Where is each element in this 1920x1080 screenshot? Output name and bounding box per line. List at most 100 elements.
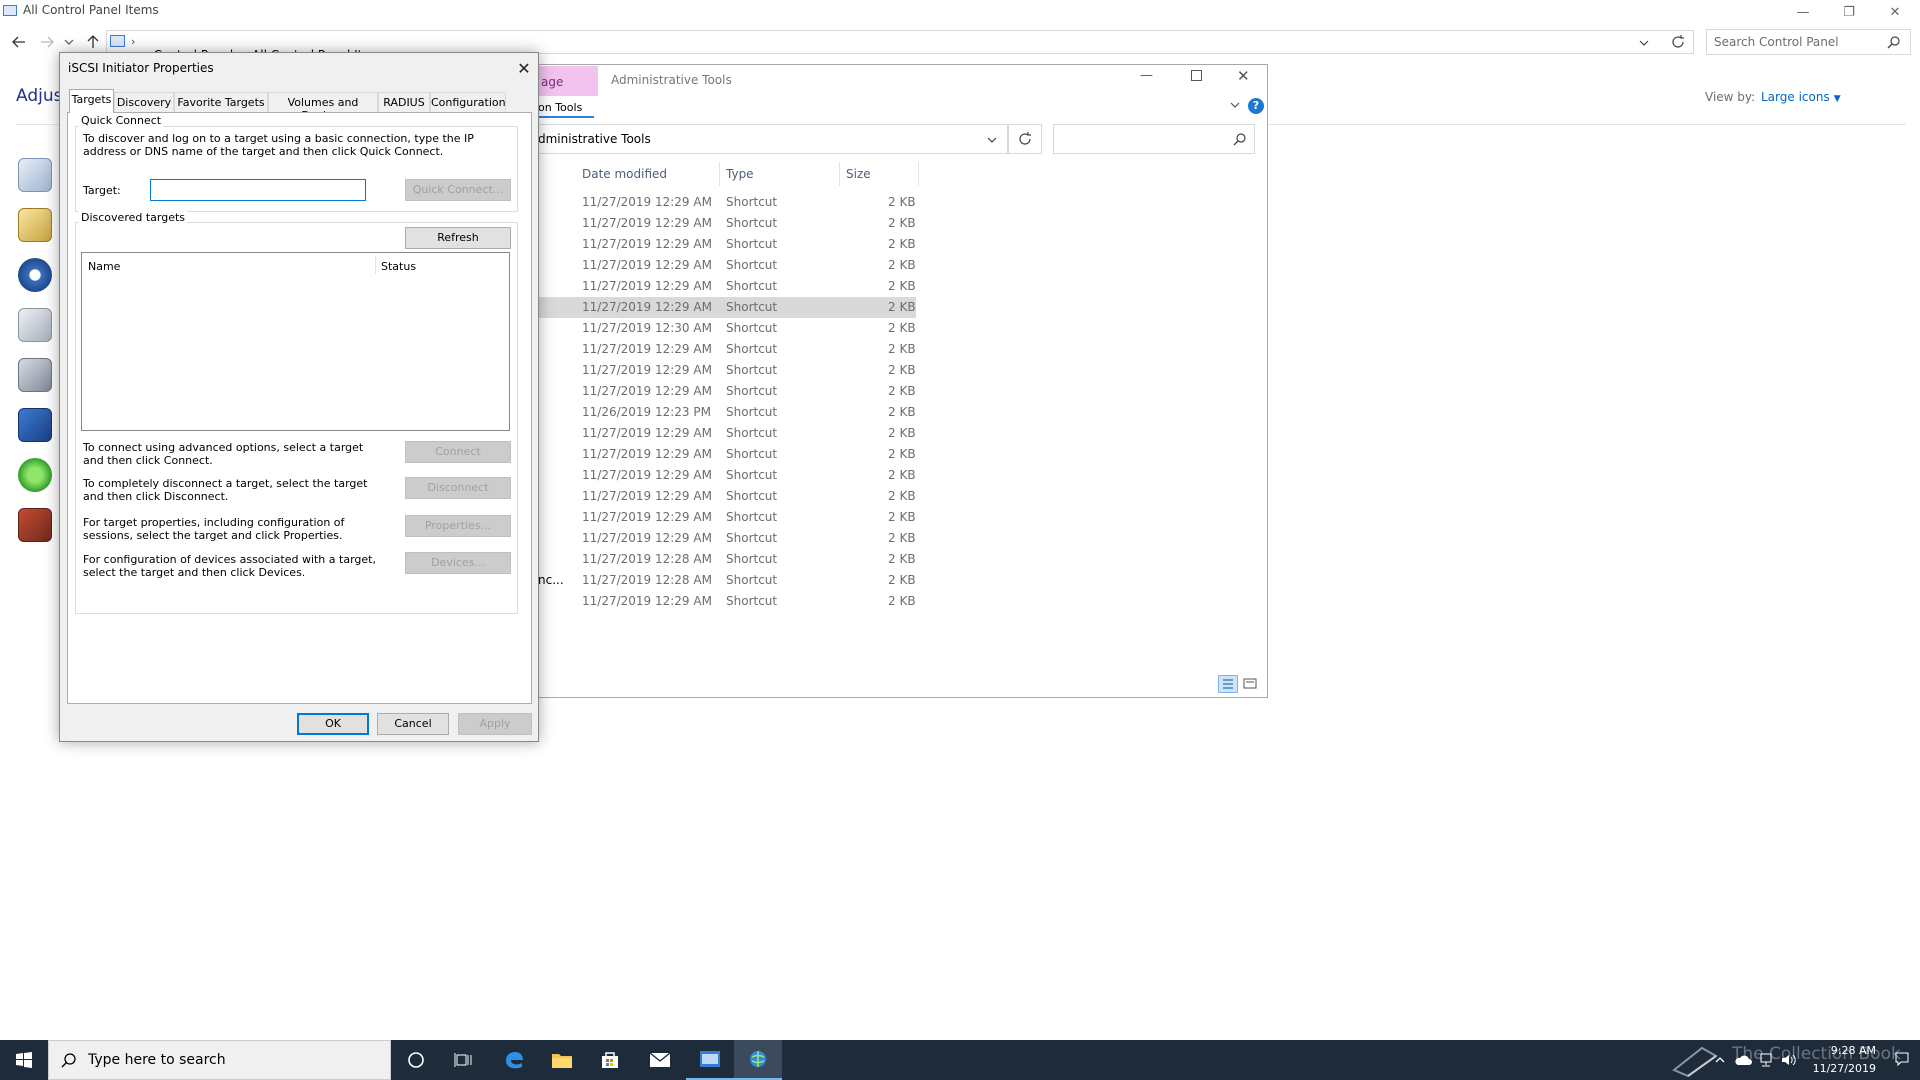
devices-button[interactable]: Devices... xyxy=(405,552,511,574)
explorer-address-dropdown-icon[interactable] xyxy=(986,134,998,146)
ok-button[interactable]: OK xyxy=(297,713,369,735)
iscsi-initiator-taskbar-icon[interactable] xyxy=(734,1040,782,1080)
tab-radius[interactable]: RADIUS xyxy=(378,92,430,112)
refresh-button[interactable]: Refresh xyxy=(405,227,511,249)
file-row[interactable]: 11/27/2019 12:28 AM Shortcut 2 KB xyxy=(538,549,916,570)
file-row[interactable]: 11/27/2019 12:29 AM Shortcut 2 KB xyxy=(538,213,916,234)
refresh-icon[interactable] xyxy=(1670,34,1686,50)
file-row[interactable]: nc... 11/27/2019 12:28 AM Shortcut 2 KB xyxy=(538,570,916,591)
recent-dropdown-icon[interactable] xyxy=(64,37,74,47)
file-row[interactable]: 11/27/2019 12:29 AM Shortcut 2 KB xyxy=(538,423,916,444)
file-row[interactable]: 11/27/2019 12:29 AM Shortcut 2 KB xyxy=(538,360,916,381)
taskbar-search-input[interactable]: Type here to search xyxy=(88,1052,226,1068)
search-icon[interactable] xyxy=(1887,35,1901,49)
credential-manager-icon[interactable] xyxy=(18,308,52,342)
column-separator[interactable] xyxy=(839,162,840,186)
mail-icon[interactable] xyxy=(636,1040,684,1080)
explorer-maximize-button[interactable] xyxy=(1191,70,1202,81)
tab-favorite-targets[interactable]: Favorite Targets xyxy=(174,92,268,112)
column-size[interactable]: Size xyxy=(846,167,871,181)
explorer-minimize-button[interactable]: — xyxy=(1140,68,1153,83)
default-programs-icon[interactable] xyxy=(18,408,52,442)
connect-button[interactable]: Connect xyxy=(405,441,511,463)
file-type: Shortcut xyxy=(726,216,778,230)
tab-configuration[interactable]: Configuration xyxy=(430,92,506,112)
devices-printers-icon[interactable] xyxy=(18,358,52,392)
target-input[interactable] xyxy=(150,179,366,201)
column-type[interactable]: Type xyxy=(726,167,754,181)
forward-icon[interactable] xyxy=(38,33,56,51)
tab-volumes-and-devices[interactable]: Volumes and Devices xyxy=(268,92,378,122)
file-row[interactable]: 11/27/2019 12:29 AM Shortcut 2 KB xyxy=(538,339,916,360)
back-icon[interactable] xyxy=(10,33,28,51)
minimize-button[interactable]: — xyxy=(1780,0,1826,24)
file-row[interactable]: 11/27/2019 12:29 AM Shortcut 2 KB xyxy=(538,528,916,549)
file-row[interactable]: 11/27/2019 12:29 AM Shortcut 2 KB xyxy=(538,276,916,297)
devices-description: For configuration of devices associated … xyxy=(83,553,376,579)
column-date-modified[interactable]: Date modified xyxy=(582,167,667,181)
admin-tools-icon[interactable] xyxy=(18,158,52,192)
help-icon[interactable]: ? xyxy=(1248,98,1264,114)
volume-icon[interactable] xyxy=(1780,1052,1796,1068)
up-icon[interactable] xyxy=(84,33,102,51)
discovered-targets-list[interactable] xyxy=(81,252,510,431)
restore-button[interactable]: ❐ xyxy=(1826,0,1872,24)
onedrive-icon[interactable] xyxy=(1734,1054,1752,1066)
file-row[interactable]: 11/27/2019 12:29 AM Shortcut 2 KB xyxy=(538,381,916,402)
file-date-modified: 11/27/2019 12:29 AM xyxy=(582,300,712,314)
file-row[interactable]: 11/26/2019 12:23 PM Shortcut 2 KB xyxy=(538,402,916,423)
apply-button[interactable]: Apply xyxy=(458,713,532,735)
windows-firewall-icon[interactable] xyxy=(18,508,52,542)
sync-center-icon[interactable] xyxy=(18,458,52,492)
clock-time[interactable]: 9:28 AM xyxy=(1796,1044,1876,1057)
list-column-name[interactable]: Name xyxy=(88,260,120,273)
explorer-search-input[interactable] xyxy=(1053,124,1255,154)
file-row[interactable]: 11/27/2019 12:29 AM Shortcut 2 KB xyxy=(538,486,916,507)
disconnect-button[interactable]: Disconnect xyxy=(405,477,511,499)
close-icon[interactable]: ✕ xyxy=(514,58,534,78)
search-input[interactable]: Search Control Panel xyxy=(1714,35,1839,49)
file-row[interactable]: 11/27/2019 12:29 AM Shortcut 2 KB xyxy=(538,591,916,612)
control-panel-taskbar-icon[interactable] xyxy=(686,1040,734,1080)
column-separator[interactable] xyxy=(719,162,720,186)
address-dropdown-icon[interactable] xyxy=(1638,37,1650,49)
details-view-icon[interactable] xyxy=(1218,675,1238,693)
view-by-dropdown[interactable]: Large icons ▼ xyxy=(1761,90,1841,104)
store-icon[interactable] xyxy=(586,1040,634,1080)
task-view-icon[interactable] xyxy=(440,1040,488,1080)
explorer-close-button[interactable]: ✕ xyxy=(1237,67,1250,85)
list-column-separator[interactable] xyxy=(375,256,376,274)
edge-icon[interactable] xyxy=(490,1040,538,1080)
quick-connect-button[interactable]: Quick Connect... xyxy=(405,179,511,201)
notifications-icon[interactable] xyxy=(1894,1051,1910,1067)
file-row[interactable]: 11/27/2019 12:30 AM Shortcut 2 KB xyxy=(538,318,916,339)
cancel-button[interactable]: Cancel xyxy=(377,713,449,735)
file-row[interactable]: 11/27/2019 12:29 AM Shortcut 2 KB xyxy=(538,444,916,465)
ribbon-subtab-application-tools[interactable]: on Tools xyxy=(538,101,582,114)
file-size: 2 KB xyxy=(888,300,916,314)
clock-date[interactable]: 11/27/2019 xyxy=(1796,1062,1876,1075)
large-icons-view-icon[interactable] xyxy=(1242,676,1258,692)
tab-discovery[interactable]: Discovery xyxy=(114,92,174,112)
file-row[interactable]: 11/27/2019 12:29 AM Shortcut 2 KB xyxy=(538,507,916,528)
start-icon[interactable] xyxy=(0,1040,48,1080)
tab-targets[interactable]: Targets xyxy=(69,89,114,113)
file-row[interactable]: 11/27/2019 12:29 AM Shortcut 2 KB xyxy=(538,465,916,486)
close-button[interactable]: ✕ xyxy=(1872,0,1918,24)
column-separator[interactable] xyxy=(918,162,919,186)
file-type: Shortcut xyxy=(726,342,778,356)
explorer-search-icon[interactable] xyxy=(1233,132,1247,146)
ribbon-expand-icon[interactable] xyxy=(1229,100,1241,110)
file-row[interactable]: 11/27/2019 12:29 AM Shortcut 2 KB xyxy=(538,234,916,255)
cortana-icon[interactable] xyxy=(392,1040,440,1080)
list-column-status[interactable]: Status xyxy=(381,260,416,273)
file-row[interactable]: 11/27/2019 12:29 AM Shortcut 2 KB xyxy=(538,255,916,276)
file-explorer-icon[interactable] xyxy=(538,1040,586,1080)
autoplay-icon[interactable] xyxy=(18,208,52,242)
properties-button[interactable]: Properties... xyxy=(405,515,511,537)
backup-icon[interactable] xyxy=(18,258,52,292)
file-row[interactable]: 11/27/2019 12:29 AM Shortcut 2 KB xyxy=(538,192,916,213)
network-icon[interactable] xyxy=(1758,1052,1774,1068)
file-row[interactable]: 11/27/2019 12:29 AM Shortcut 2 KB xyxy=(538,297,916,318)
show-hidden-icons-icon[interactable] xyxy=(1714,1054,1726,1066)
